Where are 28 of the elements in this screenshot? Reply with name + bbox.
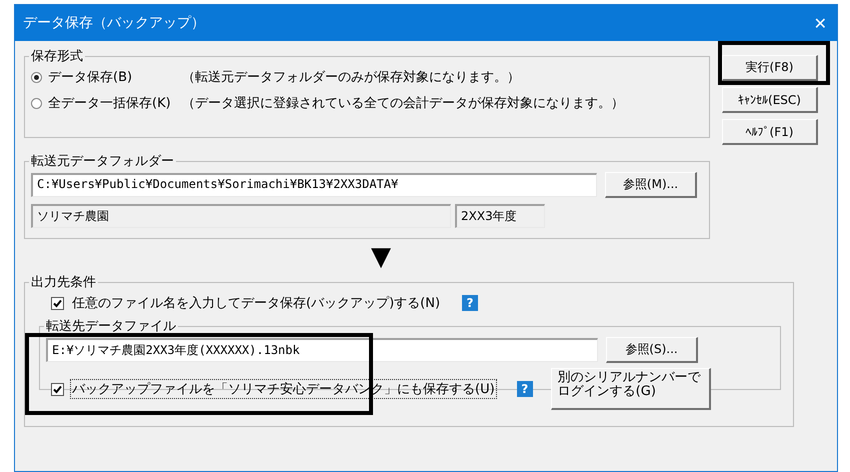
checkbox-label: 任意のファイル名を入力してデータ保存(バックアップ)する(N) <box>71 295 442 313</box>
browse-button[interactable]: 参照(M)... <box>605 172 697 198</box>
browse-button[interactable]: 参照(S)... <box>606 337 698 363</box>
radio-button[interactable] <box>31 98 42 108</box>
checkbox[interactable] <box>51 382 64 396</box>
group-title: 転送元データフォルダー <box>30 153 175 170</box>
dialog-button[interactable]: ｷｬﾝｾﾙ(ESC) <box>722 87 818 113</box>
company-field: ソリマチ農園 <box>31 204 451 228</box>
close-button[interactable]: ✕ <box>814 14 827 32</box>
dialog-button[interactable]: ﾍﾙﾌﾟ(F1) <box>722 119 818 145</box>
help-icon[interactable]: ? <box>462 295 478 311</box>
checkbox[interactable] <box>51 296 64 310</box>
group-title: 転送先データファイル <box>45 318 177 335</box>
option-label: データ保存(B) <box>48 69 134 86</box>
option-note: （データ選択に登録されている全ての会計データが保存対象になります。） <box>182 95 624 112</box>
down-arrow: ▼ <box>371 241 391 273</box>
login-button[interactable]: 別のシリアルナンバーで ログインする(G) <box>550 368 711 410</box>
help-icon[interactable]: ? <box>516 381 533 397</box>
option-label: 全データ一括保存(K) <box>48 95 172 112</box>
folder-path-field[interactable]: C:¥Users¥Public¥Documents¥Sorimachi¥BK13¥2XX3DATA¥ <box>31 173 597 197</box>
group-title: 保存形式 <box>30 48 84 65</box>
year-field: 2XX3年度 <box>455 204 545 228</box>
dialog-button[interactable]: 実行(F8) <box>722 55 818 81</box>
group-title: 出力先条件 <box>30 274 97 291</box>
radio-button[interactable] <box>31 72 42 82</box>
file-path-field[interactable]: E:¥ソリマチ農園2XX3年度(XXXXXX).13nbk <box>46 338 598 362</box>
window-title: データ保存（バックアップ） <box>23 14 205 32</box>
option-note: （転送元データフォルダーのみが保存対象になります。） <box>182 69 520 86</box>
